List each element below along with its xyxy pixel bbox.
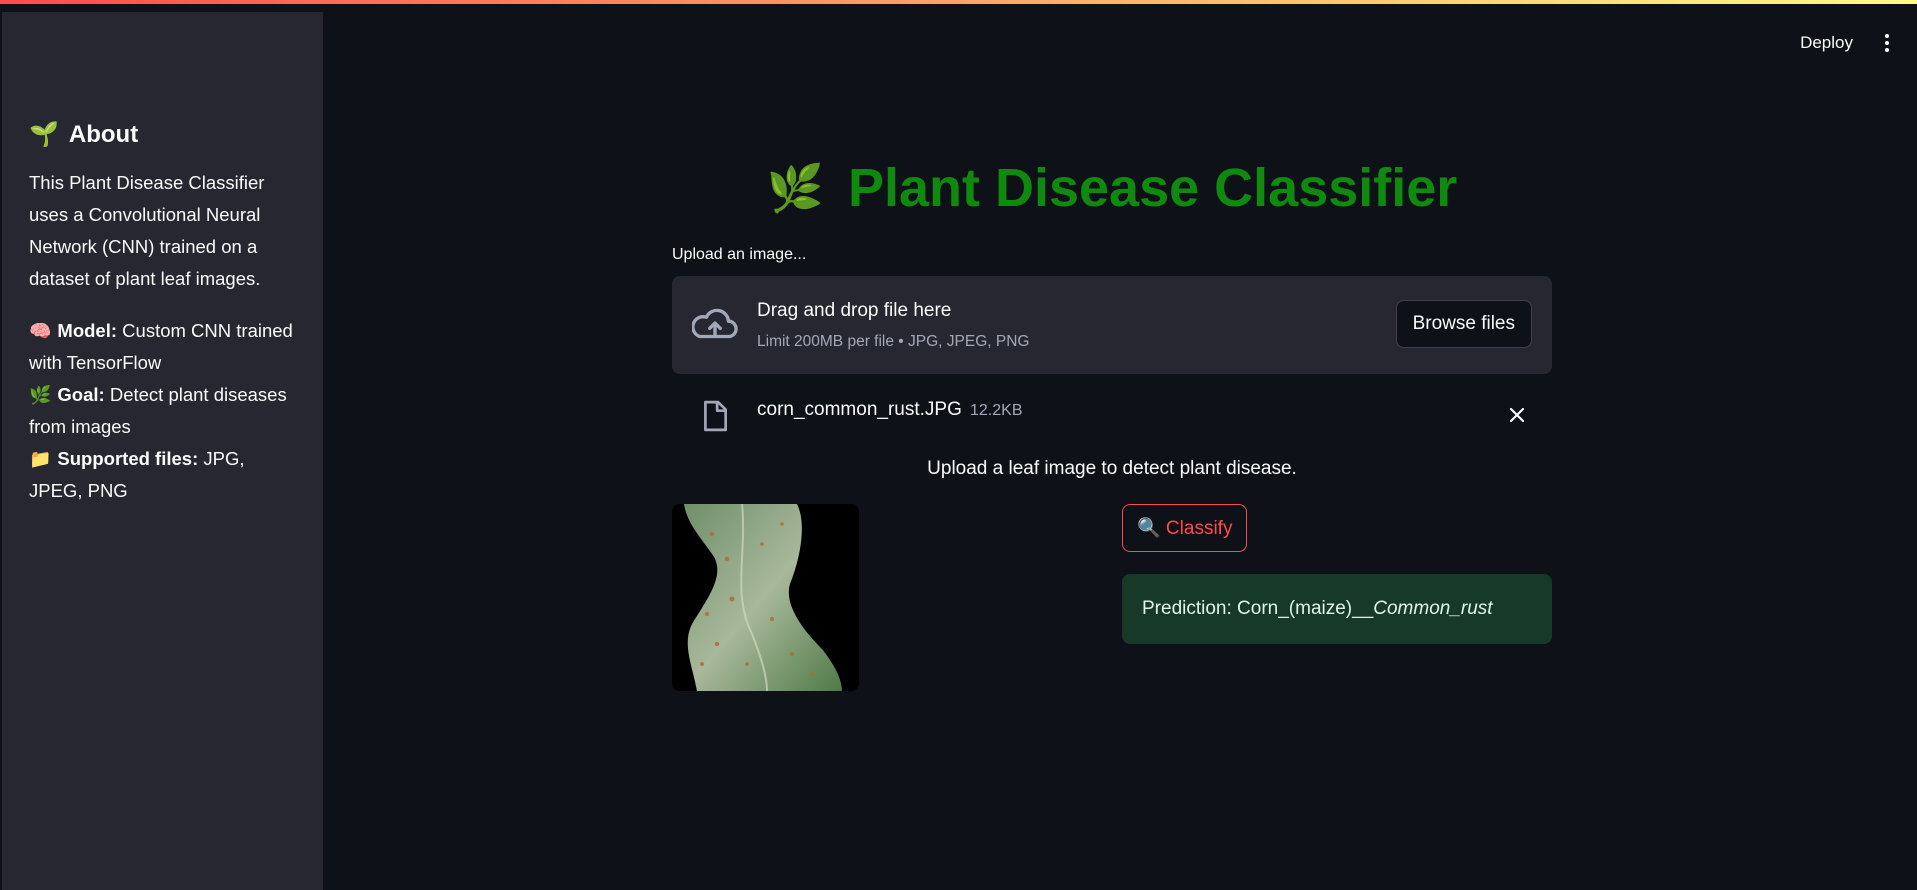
prediction-alert: Prediction: Corn_(maize)__ Common_rust xyxy=(1122,574,1552,644)
page-title-text: Plant Disease Classifier xyxy=(847,158,1458,218)
cloud-upload-icon xyxy=(692,308,738,339)
files-label: Supported files: xyxy=(57,448,199,469)
file-icon xyxy=(704,400,728,432)
deploy-button[interactable]: Deploy xyxy=(1800,33,1853,53)
model-info: 🧠 Model: Custom CNN trained with TensorFl… xyxy=(29,315,299,379)
files-info: 📁 Supported files: JPG, JPEG, PNG xyxy=(29,443,299,507)
uploaded-file-name: corn_common_rust.JPG xyxy=(757,399,962,420)
herb-title-icon: 🌿 xyxy=(766,161,824,214)
folder-icon: 📁 xyxy=(29,449,52,469)
sidebar-content: 🌱 About This Plant Disease Classifier us… xyxy=(29,120,299,507)
file-dropzone[interactable]: Drag and drop file here Limit 200MB per … xyxy=(672,276,1552,374)
more-vertical-icon[interactable] xyxy=(1877,30,1897,56)
browse-files-button[interactable]: Browse files xyxy=(1395,300,1532,348)
dropzone-limit-text: Limit 200MB per file • JPG, JPEG, PNG xyxy=(757,333,1030,350)
uploaded-file-size: 12.2KB xyxy=(970,402,1023,419)
leaf-image-graphic xyxy=(672,504,859,691)
leaf-image xyxy=(672,504,859,691)
herb-icon: 🌿 xyxy=(29,385,52,405)
instruction-text: Upload a leaf image to detect plant dise… xyxy=(927,458,1297,479)
seedling-icon: 🌱 xyxy=(29,121,59,148)
app-header: Deploy xyxy=(1800,30,1897,56)
about-heading: 🌱 About xyxy=(29,120,299,149)
upload-label: Upload an image... xyxy=(672,246,807,263)
sidebar: 🌱 About This Plant Disease Classifier us… xyxy=(2,12,323,890)
dropzone-title: Drag and drop file here xyxy=(757,300,952,321)
page-title: 🌿 Plant Disease Classifier xyxy=(672,150,1552,226)
prediction-disease: Common_rust xyxy=(1373,598,1493,619)
goal-label: Goal: xyxy=(57,384,105,405)
goal-info: 🌿 Goal: Detect plant diseases from images xyxy=(29,379,299,443)
prediction-prefix: Prediction: Corn_(maize)__ xyxy=(1142,598,1374,619)
about-title: About xyxy=(68,120,139,148)
brain-icon: 🧠 xyxy=(29,321,52,341)
uploaded-file-row: corn_common_rust.JPG 12.2KB xyxy=(672,374,1552,454)
about-text: This Plant Disease Classifier uses a Con… xyxy=(29,172,265,289)
model-label: Model: xyxy=(57,320,118,341)
close-icon[interactable] xyxy=(1508,406,1526,424)
classify-button[interactable]: 🔍 Classify xyxy=(1122,504,1248,552)
top-decoration-bar xyxy=(0,0,1917,4)
result-section: 🔍 Classify Prediction: Corn_(maize)__ Com… xyxy=(672,504,1552,704)
main-content: 🌿 Plant Disease Classifier Upload an ima… xyxy=(672,150,1552,704)
